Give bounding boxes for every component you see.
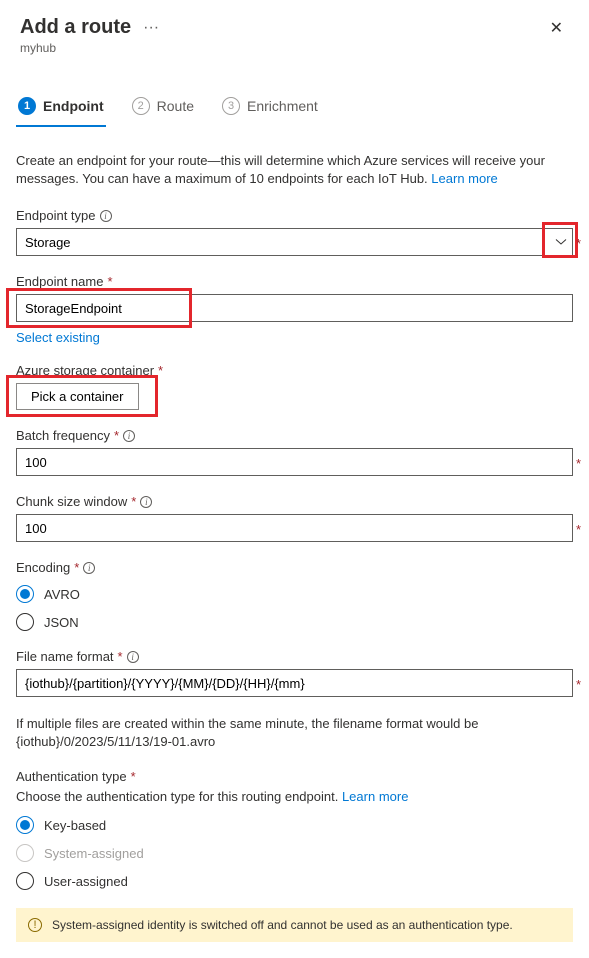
auth-key-based-radio[interactable]: Key-based bbox=[16, 816, 573, 834]
select-existing-link[interactable]: Select existing bbox=[16, 330, 100, 345]
wizard-tabs: 1 Endpoint 2 Route 3 Enrichment bbox=[0, 91, 589, 128]
chunk-size-input[interactable] bbox=[16, 514, 573, 542]
tab-label: Enrichment bbox=[247, 98, 318, 114]
tab-label: Endpoint bbox=[43, 98, 104, 114]
file-format-note: If multiple files are created within the… bbox=[16, 715, 573, 751]
encoding-label: Encoding bbox=[16, 560, 70, 575]
info-icon[interactable]: i bbox=[100, 210, 112, 222]
batch-frequency-label: Batch frequency bbox=[16, 428, 110, 443]
warning-text: System-assigned identity is switched off… bbox=[52, 918, 513, 932]
info-icon[interactable]: i bbox=[127, 651, 139, 663]
info-icon[interactable]: i bbox=[123, 430, 135, 442]
tab-enrichment[interactable]: 3 Enrichment bbox=[220, 91, 320, 127]
chunk-size-label: Chunk size window bbox=[16, 494, 127, 509]
auth-user-assigned-radio[interactable]: User-assigned bbox=[16, 872, 573, 890]
radio-label: JSON bbox=[44, 615, 79, 630]
encoding-avro-radio[interactable]: AVRO bbox=[16, 585, 573, 603]
radio-label: User-assigned bbox=[44, 874, 128, 889]
tab-endpoint[interactable]: 1 Endpoint bbox=[16, 91, 106, 127]
file-format-label: File name format bbox=[16, 649, 114, 664]
endpoint-type-label: Endpoint type bbox=[16, 208, 96, 223]
warning-icon: ! bbox=[28, 918, 42, 932]
auth-system-assigned-radio: System-assigned bbox=[16, 844, 573, 862]
batch-frequency-input[interactable] bbox=[16, 448, 573, 476]
radio-label: System-assigned bbox=[44, 846, 144, 861]
auth-help-text: Choose the authentication type for this … bbox=[16, 789, 342, 804]
info-icon[interactable]: i bbox=[83, 562, 95, 574]
learn-more-link[interactable]: Learn more bbox=[431, 171, 497, 186]
more-menu[interactable]: ··· bbox=[143, 19, 159, 37]
step-number: 2 bbox=[132, 97, 150, 115]
storage-container-label: Azure storage container bbox=[16, 363, 154, 378]
hub-name: myhub bbox=[20, 41, 569, 55]
step-number: 3 bbox=[222, 97, 240, 115]
info-icon[interactable]: i bbox=[140, 496, 152, 508]
pick-container-button[interactable]: Pick a container bbox=[16, 383, 139, 410]
file-format-input[interactable] bbox=[16, 669, 573, 697]
endpoint-name-label: Endpoint name bbox=[16, 274, 103, 289]
auth-type-label: Authentication type bbox=[16, 769, 127, 784]
panel-title: Add a route bbox=[20, 16, 131, 39]
tab-label: Route bbox=[157, 98, 194, 114]
tab-route[interactable]: 2 Route bbox=[130, 91, 196, 127]
endpoint-type-select[interactable]: Storage bbox=[16, 228, 573, 256]
auth-learn-more-link[interactable]: Learn more bbox=[342, 789, 408, 804]
step-number: 1 bbox=[18, 97, 36, 115]
radio-label: AVRO bbox=[44, 587, 80, 602]
warning-banner: ! System-assigned identity is switched o… bbox=[16, 908, 573, 942]
close-button[interactable]: ✕ bbox=[550, 18, 563, 38]
intro-text: Create an endpoint for your route—this w… bbox=[16, 152, 573, 188]
endpoint-name-input[interactable] bbox=[16, 294, 573, 322]
encoding-json-radio[interactable]: JSON bbox=[16, 613, 573, 631]
radio-label: Key-based bbox=[44, 818, 106, 833]
